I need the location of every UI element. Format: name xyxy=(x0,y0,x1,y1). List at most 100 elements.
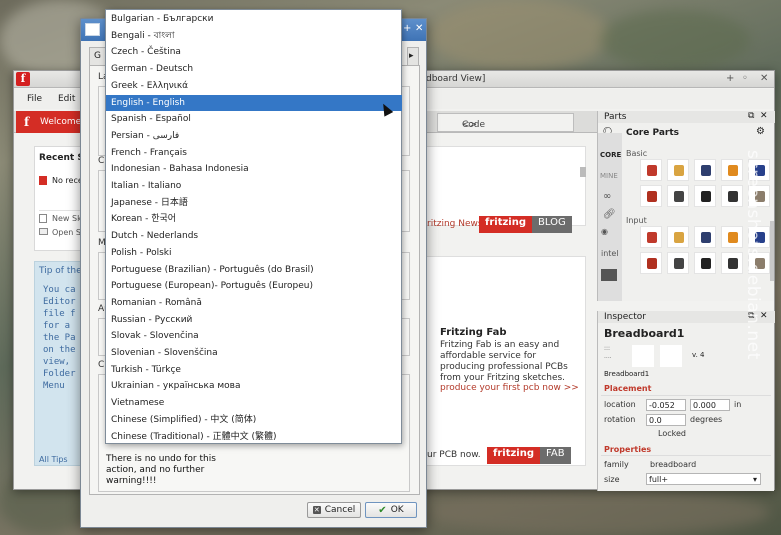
language-option[interactable]: English - English xyxy=(106,94,402,112)
part-icon[interactable] xyxy=(667,159,689,181)
language-option[interactable]: Chinese (Traditional) - 正體中文 (繁體) xyxy=(106,429,402,446)
fab-word: FAB xyxy=(540,447,571,464)
all-tips-link[interactable]: All Tips xyxy=(39,455,68,464)
part-caption: Breadboard1 xyxy=(604,370,650,378)
new-sketch-icon xyxy=(39,214,47,223)
language-option[interactable]: German - Deutsch xyxy=(106,61,402,78)
language-option[interactable]: Vietnamese xyxy=(106,395,402,412)
part-glyph xyxy=(701,258,711,269)
language-option[interactable]: Czech - Čeština xyxy=(106,44,402,61)
location-unit[interactable]: in xyxy=(734,400,741,409)
language-option[interactable]: Russian - Русский xyxy=(106,312,402,329)
maximize-icon[interactable]: + xyxy=(403,23,411,34)
bin-tab-mine[interactable]: MINE xyxy=(600,172,618,180)
fritzing-fab-badge[interactable]: fritzing FAB xyxy=(487,447,571,464)
placement-heading: Placement xyxy=(604,384,652,393)
language-option[interactable]: Greek - Ελληνικά xyxy=(106,78,402,95)
arduino-bin-icon[interactable]: ∞ xyxy=(603,191,611,202)
part-icon[interactable] xyxy=(640,159,662,181)
tab-code-label: Code xyxy=(462,120,486,130)
part-icon[interactable] xyxy=(640,252,662,274)
language-option[interactable]: Portuguese (Brazilian) - Português (do B… xyxy=(106,262,402,279)
language-option[interactable]: French - Français xyxy=(106,145,402,162)
processor-bin-icon[interactable]: 🔗︎ xyxy=(603,209,616,220)
part-icon[interactable] xyxy=(667,226,689,248)
menu-file[interactable]: File xyxy=(27,94,42,104)
rotation-input[interactable]: 0.0 xyxy=(646,414,686,426)
location-y-input[interactable]: 0.000 xyxy=(690,399,730,411)
language-option[interactable]: Portuguese (European)- Português (Europe… xyxy=(106,278,402,295)
language-option[interactable]: Bulgarian - Български xyxy=(106,11,402,28)
fab-body: Fritzing Fab is an easy and affordable s… xyxy=(440,340,568,383)
maximize-icon[interactable]: + xyxy=(726,73,734,84)
language-option[interactable]: Italian - Italiano xyxy=(106,178,402,195)
language-option[interactable]: Japanese - 日本語 xyxy=(106,195,402,212)
ok-button[interactable]: ✔ OK xyxy=(365,502,417,518)
part-glyph xyxy=(728,258,738,269)
recent-heading: Recent S xyxy=(39,153,84,163)
watermark: screenshots.debian.net xyxy=(743,150,763,360)
family-value: breadboard xyxy=(650,460,697,469)
language-option[interactable]: Romanian - Română xyxy=(106,295,402,312)
part-icon[interactable] xyxy=(721,185,743,207)
tab-welcome[interactable]: f Welcome xyxy=(16,111,81,133)
language-option[interactable]: Polish - Polski xyxy=(106,245,402,262)
part-icon[interactable] xyxy=(667,185,689,207)
close-icon[interactable]: ✕ xyxy=(415,23,423,34)
language-option[interactable]: Slovenian - Slovenščina xyxy=(106,345,402,362)
part-icon[interactable] xyxy=(640,185,662,207)
part-icon[interactable] xyxy=(694,159,716,181)
language-option[interactable]: Korean - 한국어 xyxy=(106,211,402,228)
bin-title: Core Parts xyxy=(626,128,679,138)
new-sketch-link[interactable]: New Sk xyxy=(52,214,82,223)
language-option[interactable]: Chinese (Simplified) - 中文 (简体) xyxy=(106,412,402,429)
language-option[interactable]: Indonesian - Bahasa Indonesia xyxy=(106,161,402,178)
fritzing-logo-icon: f xyxy=(16,72,30,86)
bin-tabs: CORE MINE ∞ 🔗︎ ◉ intel xyxy=(598,133,622,301)
intel-bin-icon[interactable]: intel xyxy=(601,249,619,258)
language-option[interactable]: Slovak - Slovenčina xyxy=(106,328,402,345)
locked-checkbox[interactable]: Locked xyxy=(658,429,686,438)
close-icon[interactable]: ✕ xyxy=(760,73,768,84)
language-option[interactable]: Persian - فارسی xyxy=(106,128,402,145)
close-icon[interactable]: ✕ xyxy=(760,111,768,121)
language-option[interactable]: Bengali - বাংলা xyxy=(106,28,402,45)
breadboard-icon: :::.... xyxy=(604,345,612,360)
language-option[interactable]: Turkish - Türkçe xyxy=(106,362,402,379)
location-x-input[interactable]: -0.052 xyxy=(646,399,686,411)
part-icon[interactable] xyxy=(667,252,689,274)
bin-tab-core[interactable]: CORE xyxy=(600,151,621,159)
part-icon[interactable] xyxy=(640,226,662,248)
size-select[interactable]: full+ ▾ xyxy=(646,473,761,485)
cancel-button[interactable]: ✕ Cancel xyxy=(307,502,361,518)
seeed-bin-icon[interactable]: ◉ xyxy=(601,227,608,236)
news-link[interactable]: ritzing News. xyxy=(427,219,485,229)
part-icon[interactable] xyxy=(721,159,743,181)
open-sketch-link[interactable]: Open S xyxy=(52,228,81,237)
scrollbar-thumb[interactable] xyxy=(580,167,586,177)
part-icon[interactable] xyxy=(721,252,743,274)
menu-edit[interactable]: Edit xyxy=(58,94,75,104)
part-icon[interactable] xyxy=(694,185,716,207)
family-label: family xyxy=(604,460,629,469)
part-icon[interactable] xyxy=(694,252,716,274)
fritzing-word: fritzing xyxy=(479,216,533,233)
language-option[interactable]: Spanish - Español xyxy=(106,111,402,128)
display-bin-icon[interactable] xyxy=(601,269,617,281)
language-option[interactable]: Dutch - Nederlands xyxy=(106,228,402,245)
clear-warning-text: There is no undo for this action, and no… xyxy=(106,454,216,486)
fab-link[interactable]: ur PCB now. xyxy=(427,450,481,460)
language-option[interactable]: Ukrainian - українська мова xyxy=(106,378,402,395)
restore-icon[interactable]: ◦ xyxy=(742,73,748,84)
float-icon[interactable]: ⧉ xyxy=(748,111,754,121)
part-icon[interactable] xyxy=(694,226,716,248)
bin-menu-icon[interactable]: ⚙ xyxy=(756,126,765,137)
fritzing-blog-badge[interactable]: fritzing BLOG xyxy=(479,216,572,233)
part-icon[interactable] xyxy=(721,226,743,248)
parts-scrollbar[interactable] xyxy=(770,221,774,281)
cancel-icon: ✕ xyxy=(312,506,321,514)
tab-scroll-right-icon[interactable]: ▸ xyxy=(407,47,419,65)
tab-code[interactable]: <> Code xyxy=(437,113,574,132)
fab-cta-link[interactable]: produce your first pcb now >> xyxy=(440,383,579,393)
main-window-title: dboard View] xyxy=(426,74,486,84)
